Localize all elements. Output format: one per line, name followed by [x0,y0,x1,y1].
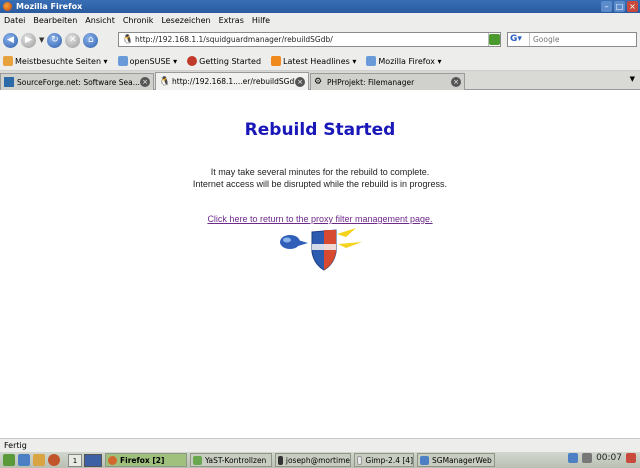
tab-sourceforge[interactable]: SourceForge.net: Software Sea... × [0,73,154,90]
back-button[interactable]: ◀ [3,32,18,48]
menu-hilfe[interactable]: Hilfe [252,16,270,25]
stop-button[interactable]: ✕ [65,32,81,48]
start-menu-icon[interactable] [3,454,15,466]
status-text: Fertig [4,441,27,450]
rss-icon [271,56,282,66]
terminal-icon [278,455,283,465]
system-tray: 00:07 [568,453,640,463]
navigation-toolbar: ◀ ▶ ▼ ↻ ✕ ⌂ 🐧 http://192.168.1.1/squidgu… [0,28,640,52]
yast-icon [193,455,202,465]
desktop-icon[interactable] [18,454,30,466]
close-tab-icon[interactable]: × [295,76,305,87]
sourceforge-icon [4,77,14,87]
home-folder-icon[interactable] [33,454,45,466]
firefox-icon [3,2,12,11]
reload-button[interactable]: ↻ [47,32,63,48]
folder-icon [3,56,13,66]
maximize-button[interactable]: □ [614,1,625,12]
menu-bearbeiten[interactable]: Bearbeiten [33,16,77,25]
site-favicon-icon: 🐧 [122,34,134,45]
folder-icon [117,56,128,66]
bookmarks-toolbar: Meistbesuchte Seiten ▾ openSUSE ▾ Gettin… [0,52,640,71]
page-content: Rebuild Started It may take several minu… [0,90,640,438]
info-line-2: Internet access will be disrupted while … [192,179,448,189]
close-tab-icon[interactable]: × [451,77,461,87]
firefox-icon [108,455,117,465]
task-terminal[interactable]: joseph@mortime [275,453,351,467]
workspace-switcher[interactable]: 1 [68,453,82,467]
squidguard-logo-icon [280,228,362,271]
search-engine-icon[interactable]: G▾ [508,33,530,46]
site-favicon-icon: 🐧 [159,76,171,87]
menu-datei[interactable]: Datei [4,16,25,25]
search-input[interactable] [530,35,630,44]
bookmark-mozilla-firefox[interactable]: Mozilla Firefox ▾ [366,56,442,66]
tab-strip: SourceForge.net: Software Sea... × 🐧 htt… [0,71,640,90]
bookmark-getting-started[interactable]: Getting Started [187,56,261,66]
menu-ansicht[interactable]: Ansicht [85,16,115,25]
folder-icon [420,455,429,465]
bookmark-meistbesuchte-seiten[interactable]: Meistbesuchte Seiten ▾ [3,56,108,66]
tab-list-dropdown-icon[interactable]: ▼ [630,75,635,83]
menu-bar: Datei Bearbeiten Ansicht Chronik Lesezei… [0,13,640,28]
close-tab-icon[interactable]: × [140,77,150,87]
url-bar[interactable]: 🐧 http://192.168.1.1/squidguardmanager/r… [118,32,501,47]
status-bar: Fertig [0,438,640,452]
info-line-1: It may take several minutes for the rebu… [210,167,430,177]
task-gimp[interactable]: Gimp-2.4 [4] [354,453,414,467]
tab-rebuild[interactable]: 🐧 http://192.168.1....er/rebuildSGdb/ × [155,72,309,90]
network-icon[interactable] [568,453,579,463]
task-yast[interactable]: YaST-Kontrollzen [190,453,272,467]
volume-icon[interactable] [582,453,593,463]
forward-button[interactable]: ▶ [21,32,36,48]
history-dropdown-icon[interactable]: ▼ [39,36,44,44]
menu-extras[interactable]: Extras [219,16,244,25]
taskbar: 1 Firefox [2] YaST-Kontrollzen joseph@mo… [0,452,640,468]
search-box[interactable]: G▾ [507,32,637,47]
menu-chronik[interactable]: Chronik [123,16,154,25]
folder-icon [366,56,377,66]
browser-launcher-icon[interactable] [48,454,60,466]
window-titlebar: Mozilla Firefox – □ × [0,0,640,13]
go-button[interactable] [489,34,500,45]
task-firefox[interactable]: Firefox [2] [105,453,187,467]
clock[interactable]: 00:07 [596,453,622,463]
minimize-button[interactable]: – [601,1,612,12]
bookmark-latest-headlines[interactable]: Latest Headlines ▾ [271,56,356,66]
close-window-button[interactable]: × [627,1,638,12]
firefox-icon [187,56,198,66]
gimp-icon [357,455,363,465]
task-sgmanagerweb[interactable]: SGManagerWeb [417,453,495,467]
tab-phprojekt[interactable]: ⚙ PHProjekt: Filemanager × [310,73,465,90]
workspace-preview[interactable] [84,453,102,467]
return-link[interactable]: Click here to return to the proxy filter… [0,214,640,224]
phprojekt-icon: ⚙ [314,77,323,87]
power-icon[interactable] [626,453,636,463]
page-title: Rebuild Started [244,120,396,140]
url-text[interactable]: http://192.168.1.1/squidguardmanager/reb… [135,35,488,44]
bookmark-opensuse[interactable]: openSUSE ▾ [117,56,177,66]
home-button[interactable]: ⌂ [83,32,99,48]
menu-lesezeichen[interactable]: Lesezeichen [161,16,210,25]
window-title: Mozilla Firefox [16,2,83,11]
